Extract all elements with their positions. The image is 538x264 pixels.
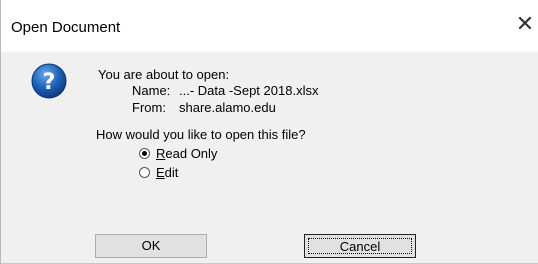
- name-label: Name:: [132, 83, 171, 98]
- close-button[interactable]: ✕: [513, 12, 537, 38]
- svg-text:?: ?: [43, 70, 56, 95]
- radio-read-only-label[interactable]: Read Only: [156, 146, 217, 161]
- title-bar: Open Document ✕: [1, 0, 538, 52]
- from-label: From:: [132, 100, 166, 115]
- radio-button-checked[interactable]: [139, 147, 150, 159]
- intro-text: You are about to open:: [98, 67, 230, 82]
- radio-button-unchecked[interactable]: [139, 166, 150, 178]
- file-name-value: ...- Data -Sept 2018.xlsx: [179, 83, 319, 98]
- radio-read-only[interactable]: Read Only: [139, 145, 217, 161]
- radio-edit[interactable]: Edit: [139, 164, 178, 180]
- open-document-dialog: Open Document ✕ ? You are about to open:…: [0, 0, 538, 264]
- radio-edit-label[interactable]: Edit: [156, 165, 178, 180]
- dialog-title: Open Document: [11, 19, 121, 36]
- help-question-icon: ?: [31, 63, 67, 99]
- cancel-button[interactable]: Cancel: [304, 234, 416, 258]
- source-value: share.alamo.edu: [179, 100, 276, 115]
- open-mode-question: How would you like to open this file?: [96, 127, 306, 142]
- ok-button[interactable]: OK: [95, 234, 207, 258]
- cancel-button-label: Cancel: [308, 238, 412, 254]
